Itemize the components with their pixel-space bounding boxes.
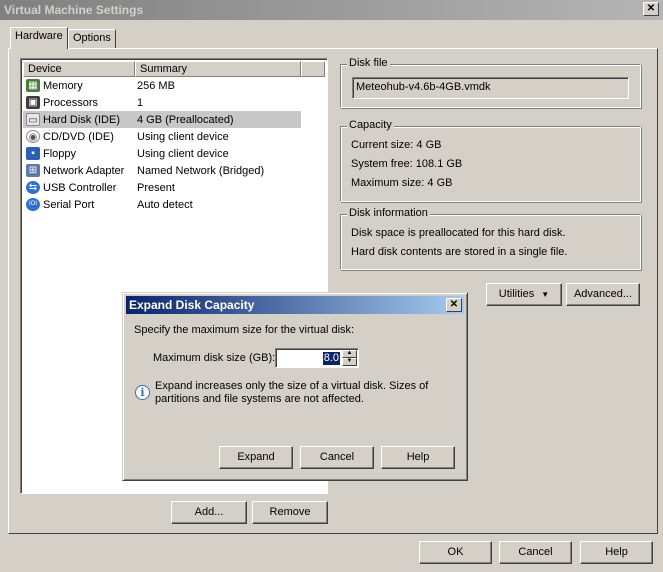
device-row-cd-dvd[interactable]: ◉ CD/DVD (IDE) Using client device [23, 128, 229, 145]
expand-disk-dialog: Expand Disk Capacity ✕ Specify the maxim… [122, 292, 468, 481]
dialog-title: Expand Disk Capacity [129, 298, 255, 312]
window-close-button[interactable]: ✕ [643, 2, 659, 16]
advanced-button[interactable]: Advanced... [566, 283, 640, 306]
processor-icon: ▣ [26, 96, 40, 109]
device-summary: Auto detect [137, 198, 193, 211]
serial-port-icon: IOI [26, 198, 40, 211]
info-icon: i [135, 385, 150, 400]
system-free-text: System free: 108.1 GB [351, 158, 463, 170]
remove-button[interactable]: Remove [252, 501, 328, 524]
window-title: Virtual Machine Settings [4, 3, 144, 17]
device-name: Memory [43, 79, 83, 92]
maximum-size-text: Maximum size: 4 GB [351, 177, 453, 189]
chevron-down-icon: ▼ [541, 290, 550, 299]
utilities-button[interactable]: Utilities ▼ [486, 283, 562, 306]
device-summary: Present [137, 181, 175, 194]
memory-icon: ▦ [26, 79, 40, 92]
dialog-help-label: Help [406, 451, 430, 463]
add-button[interactable]: Add... [171, 501, 247, 524]
help-label: Help [605, 546, 628, 558]
device-row-floppy[interactable]: ▪ Floppy Using client device [23, 145, 229, 162]
tab-options[interactable]: Options [68, 29, 116, 48]
device-summary: Using client device [137, 147, 229, 160]
expand-label: Expand [237, 451, 275, 463]
disk-info-line-1: Disk space is preallocated for this hard… [351, 227, 566, 239]
column-header-filler [301, 61, 325, 77]
device-name: Hard Disk (IDE) [43, 113, 121, 126]
device-row-hard-disk[interactable]: ▭ Hard Disk (IDE) 4 GB (Preallocated) [23, 111, 301, 128]
tab-hardware-label: Hardware [15, 30, 63, 42]
device-name: Serial Port [43, 198, 95, 211]
hard-disk-icon: ▭ [26, 113, 40, 126]
tab-hardware[interactable]: Hardware [10, 27, 68, 49]
device-summary: Named Network (Bridged) [137, 164, 265, 177]
device-name: CD/DVD (IDE) [43, 130, 114, 143]
device-row-network-adapter[interactable]: ⊞ Network Adapter Named Network (Bridged) [23, 162, 264, 179]
spin-down-icon[interactable]: ▼ [342, 358, 357, 366]
ok-button[interactable]: OK [419, 541, 492, 564]
device-summary: 4 GB (Preallocated) [137, 113, 234, 126]
dialog-cancel-label: Cancel [319, 451, 355, 463]
device-name: Processors [43, 96, 99, 109]
disk-file-field[interactable]: Meteohub-v4.6b-4GB.vmdk [352, 77, 629, 99]
help-button[interactable]: Help [580, 541, 653, 564]
device-row-usb-controller[interactable]: ⇆ USB Controller Present [23, 179, 175, 196]
column-header-device[interactable]: Device [23, 61, 135, 77]
advanced-label: Advanced... [573, 288, 633, 300]
close-icon: ✕ [449, 299, 459, 310]
device-summary: 1 [137, 96, 144, 109]
dialog-help-button[interactable]: Help [381, 446, 455, 469]
remove-label: Remove [269, 506, 311, 518]
max-disk-size-spinner[interactable]: 8.0 ▲ ▼ [275, 348, 359, 368]
device-name: Floppy [43, 147, 77, 160]
disk-file-group: Disk file Meteohub-v4.6b-4GB.vmdk [340, 57, 641, 108]
current-size-text: Current size: 4 GB [351, 139, 442, 151]
device-summary: Using client device [137, 130, 229, 143]
capacity-legend: Capacity [347, 119, 394, 131]
utilities-label: Utilities [498, 288, 535, 300]
cancel-button[interactable]: Cancel [499, 541, 572, 564]
dialog-titlebar: Expand Disk Capacity ✕ [126, 296, 464, 314]
disk-information-legend: Disk information [347, 207, 430, 219]
device-summary: 256 MB [137, 79, 175, 92]
cd-dvd-icon: ◉ [26, 130, 40, 143]
spin-up-icon[interactable]: ▲ [342, 350, 357, 358]
disk-info-line-2: Hard disk contents are stored in a singl… [351, 246, 568, 258]
usb-icon: ⇆ [26, 181, 40, 194]
max-disk-size-value[interactable]: 8.0 [322, 352, 340, 365]
network-adapter-icon: ⊞ [26, 164, 40, 177]
device-name: USB Controller [43, 181, 117, 194]
dialog-close-button[interactable]: ✕ [446, 298, 462, 312]
expand-button[interactable]: Expand [219, 446, 293, 469]
spinner-arrows[interactable]: ▲ ▼ [342, 350, 357, 366]
window-titlebar: Virtual Machine Settings ✕ [0, 0, 663, 20]
ok-label: OK [447, 546, 464, 558]
device-name: Network Adapter [43, 164, 125, 177]
add-label: Add... [194, 506, 224, 518]
disk-information-group: Disk information Disk space is prealloca… [340, 207, 641, 270]
close-icon: ✕ [646, 3, 656, 14]
cancel-label: Cancel [518, 546, 553, 558]
device-row-serial-port[interactable]: IOI Serial Port Auto detect [23, 196, 193, 213]
dialog-prompt: Specify the maximum size for the virtual… [134, 324, 355, 336]
device-row-memory[interactable]: ▦ Memory 256 MB [23, 77, 175, 94]
dialog-cancel-button[interactable]: Cancel [300, 446, 374, 469]
tab-options-label: Options [73, 32, 111, 44]
disk-file-legend: Disk file [347, 57, 390, 69]
device-list-header: Device Summary [23, 61, 325, 77]
capacity-group: Capacity Current size: 4 GB System free:… [340, 119, 641, 202]
floppy-icon: ▪ [26, 147, 40, 160]
disk-file-value: Meteohub-v4.6b-4GB.vmdk [356, 81, 491, 93]
max-size-label: Maximum disk size (GB): [153, 352, 276, 364]
column-header-summary[interactable]: Summary [135, 61, 301, 77]
dialog-info-text: Expand increases only the size of a virt… [155, 380, 429, 405]
device-row-processors[interactable]: ▣ Processors 1 [23, 94, 143, 111]
